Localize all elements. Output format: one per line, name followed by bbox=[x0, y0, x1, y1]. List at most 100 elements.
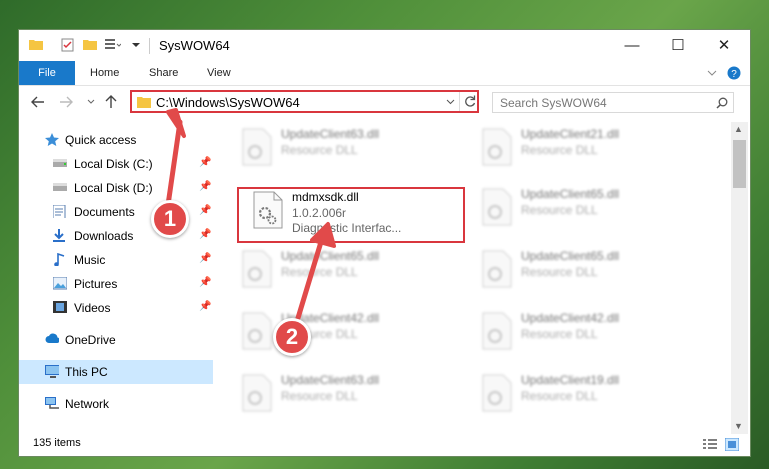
tab-home[interactable]: Home bbox=[90, 61, 119, 85]
properties-icon[interactable] bbox=[61, 38, 75, 52]
file-type: Resource DLL bbox=[521, 327, 598, 341]
dll-file-icon bbox=[242, 128, 272, 166]
forward-arrow-icon[interactable] bbox=[59, 96, 73, 108]
dll-file-icon bbox=[482, 250, 512, 288]
search-icon[interactable] bbox=[716, 97, 728, 109]
sidebar-item-music[interactable]: Music 📌 bbox=[19, 248, 213, 272]
sidebar-item-quick-access[interactable]: Quick access bbox=[19, 128, 213, 152]
sidebar-item-label: Local Disk (D:) bbox=[74, 181, 153, 195]
pictures-icon bbox=[53, 277, 67, 290]
file-name: UpdateClient42.dll bbox=[521, 311, 620, 325]
file-list: UpdateClient63.dll Resource DLL mdmxsdk.… bbox=[223, 122, 733, 422]
address-path: C:\Windows\SysWOW64 bbox=[156, 95, 300, 110]
tab-share[interactable]: Share bbox=[149, 61, 178, 85]
sidebar-item-label: Pictures bbox=[74, 277, 118, 291]
sidebar-item-videos[interactable]: Videos 📌 bbox=[19, 296, 213, 320]
file-item[interactable]: UpdateClient65.dll Resource DLL bbox=[473, 244, 698, 294]
sidebar-item-label: Documents bbox=[74, 205, 135, 219]
callout-two: 2 bbox=[273, 318, 311, 356]
sidebar-item-pictures[interactable]: Pictures 📌 bbox=[19, 272, 213, 296]
callout-one: 1 bbox=[151, 200, 189, 238]
file-item[interactable]: UpdateClient65.dll Resource DLL bbox=[473, 182, 698, 232]
expand-ribbon-icon[interactable] bbox=[707, 70, 717, 77]
close-button[interactable]: ✕ bbox=[701, 30, 747, 61]
sidebar-item-local-disk-c[interactable]: Local Disk (C:) 📌 bbox=[19, 152, 213, 176]
dll-file-icon bbox=[242, 312, 272, 350]
pin-icon: 📌 bbox=[199, 157, 212, 168]
file-type: Resource DLL bbox=[281, 389, 358, 403]
help-icon[interactable]: ? bbox=[727, 66, 741, 80]
file-highlight-box bbox=[237, 187, 465, 243]
up-arrow-icon[interactable] bbox=[105, 95, 117, 109]
folder-icon bbox=[137, 97, 151, 108]
file-name: UpdateClient65.dll bbox=[521, 187, 620, 201]
dropdown-icon[interactable] bbox=[132, 40, 140, 48]
file-item[interactable]: UpdateClient42.dll Resource DLL bbox=[233, 306, 458, 356]
drive-icon bbox=[53, 159, 67, 167]
sidebar-item-label: Network bbox=[65, 397, 110, 411]
file-name: UpdateClient19.dll bbox=[521, 373, 620, 387]
scroll-down-icon[interactable]: ▼ bbox=[734, 421, 743, 431]
file-name: UpdateClient63.dll bbox=[281, 373, 380, 387]
maximize-button[interactable]: ☐ bbox=[655, 30, 701, 61]
vertical-scrollbar[interactable]: ▲ ▼ bbox=[731, 122, 748, 434]
file-type: Resource DLL bbox=[521, 389, 598, 403]
large-icons-view-icon[interactable] bbox=[725, 438, 739, 451]
pin-icon: 📌 bbox=[199, 253, 212, 264]
sidebar-item-label: Local Disk (C:) bbox=[74, 157, 153, 171]
dll-file-icon bbox=[482, 188, 512, 226]
refresh-icon[interactable] bbox=[464, 95, 476, 107]
file-item[interactable]: UpdateClient42.dll Resource DLL bbox=[473, 306, 698, 356]
folder-icon bbox=[29, 40, 43, 50]
sidebar-item-this-pc[interactable]: This PC bbox=[19, 360, 213, 384]
pin-icon: 📌 bbox=[199, 205, 212, 216]
file-type: Resource DLL bbox=[521, 265, 598, 279]
file-name: UpdateClient21.dll bbox=[521, 127, 620, 141]
scroll-up-icon[interactable]: ▲ bbox=[734, 124, 743, 134]
item-count: 135 items bbox=[33, 437, 81, 449]
tab-view[interactable]: View bbox=[207, 61, 231, 85]
scroll-thumb[interactable] bbox=[733, 140, 746, 188]
address-bar[interactable]: C:\Windows\SysWOW64 bbox=[130, 90, 479, 113]
file-item[interactable]: UpdateClient65.dll Resource DLL bbox=[233, 244, 458, 294]
music-icon bbox=[54, 253, 65, 266]
navigation-bar: C:\Windows\SysWOW64 Search SysWOW64 bbox=[19, 86, 750, 119]
file-item[interactable]: UpdateClient19.dll Resource DLL bbox=[473, 368, 698, 418]
pin-icon: 📌 bbox=[199, 181, 212, 192]
explorer-window: SysWOW64 — ☐ ✕ File Home Share View ? C:… bbox=[19, 30, 750, 456]
sidebar-item-label: OneDrive bbox=[65, 333, 116, 347]
documents-icon bbox=[53, 205, 66, 218]
minimize-button[interactable]: — bbox=[609, 30, 655, 61]
chevron-down-icon[interactable] bbox=[446, 99, 455, 105]
back-arrow-icon[interactable] bbox=[31, 96, 45, 108]
ribbon-tabs: File Home Share View ? bbox=[19, 61, 750, 86]
window-title: SysWOW64 bbox=[159, 38, 230, 53]
sidebar-item-onedrive[interactable]: OneDrive bbox=[19, 328, 213, 352]
file-item[interactable]: UpdateClient63.dll Resource DLL bbox=[233, 368, 458, 418]
downloads-icon bbox=[53, 229, 65, 242]
search-input[interactable]: Search SysWOW64 bbox=[492, 92, 734, 113]
customize-toolbar-icon[interactable] bbox=[105, 38, 121, 50]
sidebar-item-label: Videos bbox=[74, 301, 111, 315]
dll-file-icon bbox=[242, 250, 272, 288]
tab-file[interactable]: File bbox=[19, 61, 75, 85]
sidebar-item-label: This PC bbox=[65, 365, 108, 379]
title-bar: SysWOW64 — ☐ ✕ bbox=[19, 30, 750, 61]
title-divider bbox=[149, 38, 150, 54]
file-item[interactable]: UpdateClient63.dll Resource DLL bbox=[233, 122, 458, 172]
search-placeholder: Search SysWOW64 bbox=[500, 96, 607, 110]
address-divider bbox=[459, 92, 460, 111]
details-view-icon[interactable] bbox=[703, 439, 717, 451]
navigation-pane: Quick access Local Disk (C:) 📌 Local Dis… bbox=[19, 122, 213, 422]
new-folder-icon[interactable] bbox=[83, 38, 97, 50]
sidebar-item-network[interactable]: Network bbox=[19, 392, 213, 416]
recent-locations-icon[interactable] bbox=[87, 99, 95, 105]
cloud-icon bbox=[45, 333, 59, 343]
network-icon bbox=[45, 397, 59, 409]
sidebar-item-local-disk-d[interactable]: Local Disk (D:) 📌 bbox=[19, 176, 213, 200]
file-item[interactable]: UpdateClient21.dll Resource DLL bbox=[473, 122, 698, 172]
file-type: Resource DLL bbox=[281, 265, 358, 279]
drive-icon bbox=[53, 183, 67, 191]
videos-icon bbox=[53, 301, 67, 313]
file-type: Resource DLL bbox=[521, 203, 598, 217]
